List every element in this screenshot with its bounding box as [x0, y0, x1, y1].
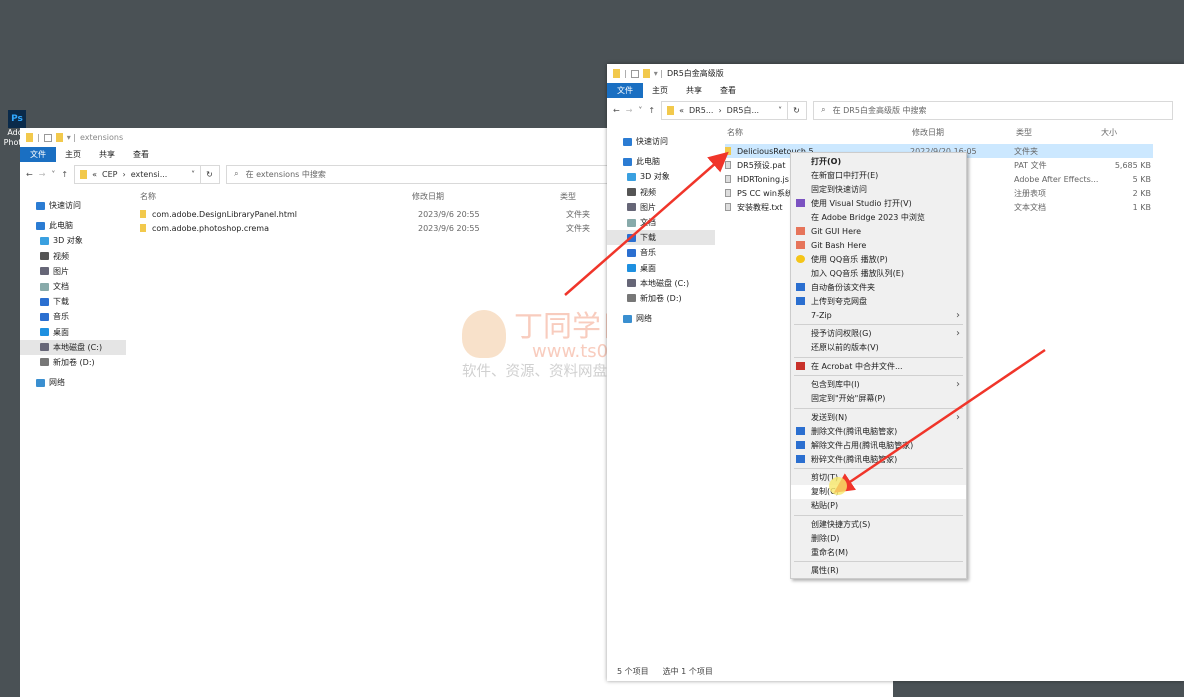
- annotation-overlay: [564, 151, 1046, 495]
- cursor-highlight: [829, 477, 847, 495]
- red-arrow-to-folder: [564, 151, 729, 296]
- red-arrow-to-copy: [833, 348, 1046, 493]
